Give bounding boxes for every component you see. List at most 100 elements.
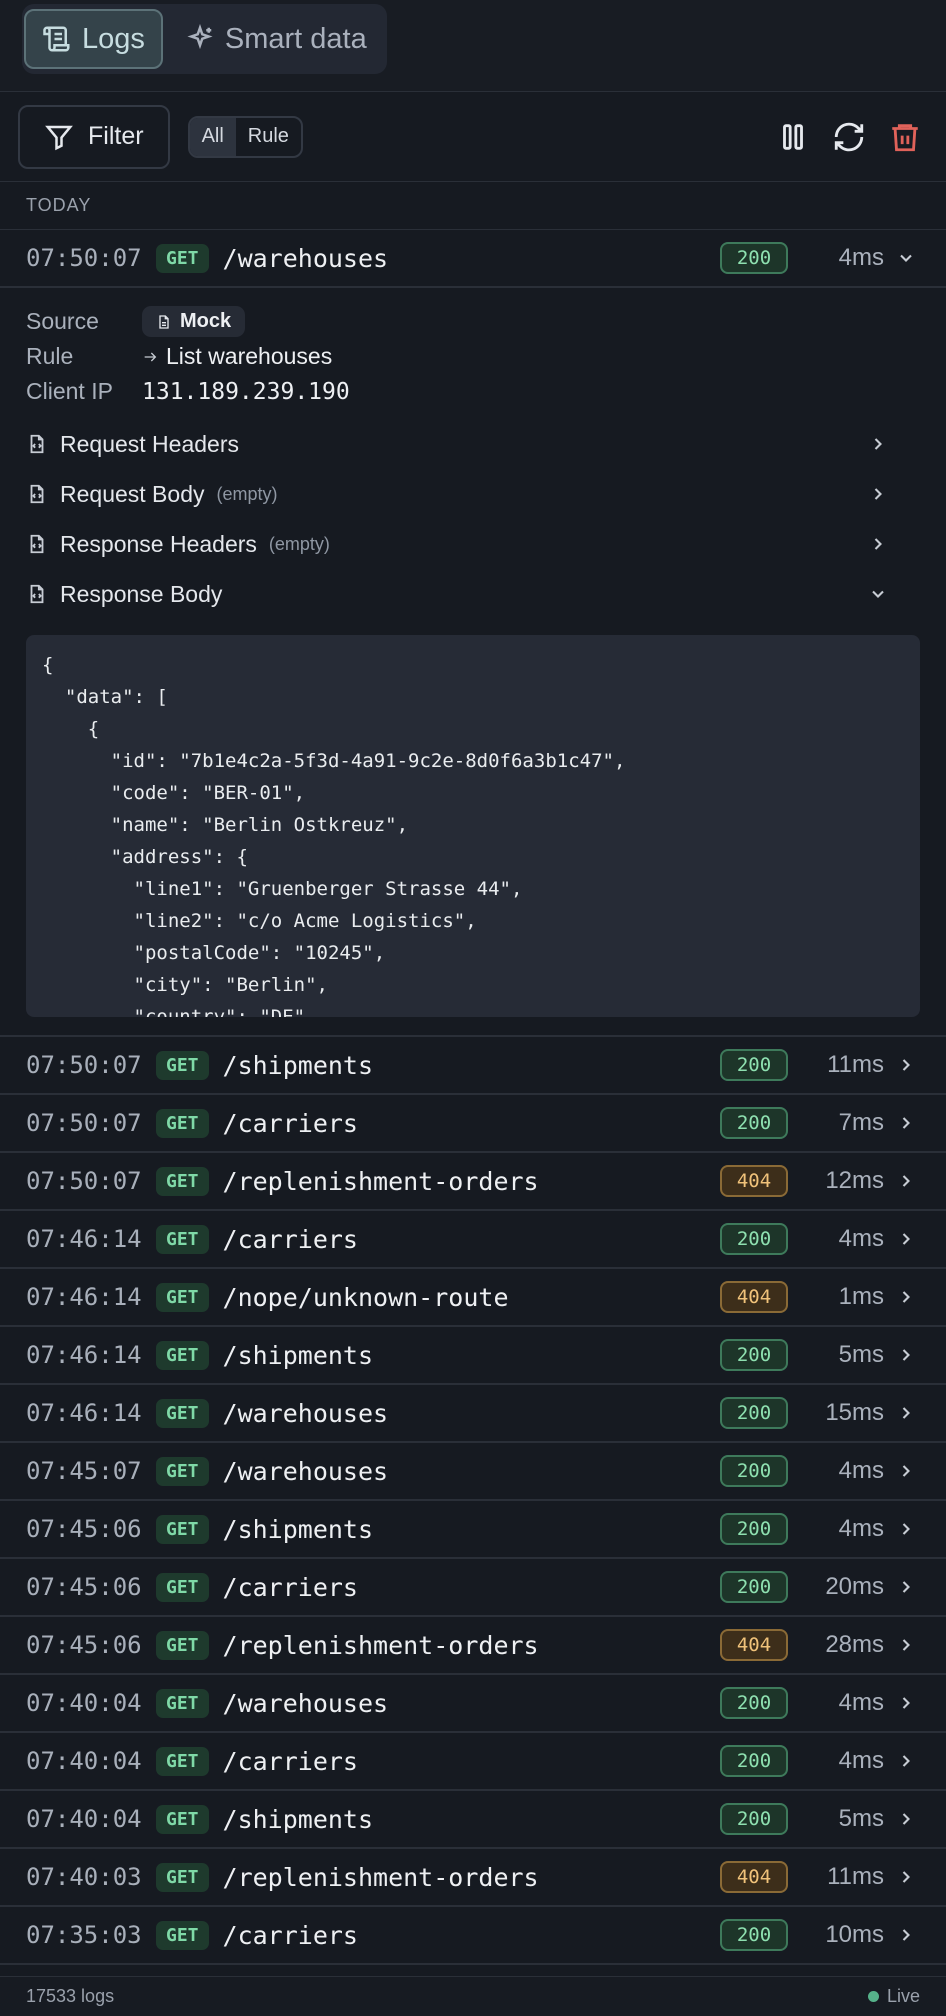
response-body-code[interactable]: { "data": [ { "id": "7b1e4c2a-5f3d-4a91-… (26, 635, 920, 1017)
status-badge: 200 (720, 242, 788, 274)
chevron-right-icon (902, 1117, 910, 1129)
log-time: 07:40:03 (26, 1863, 142, 1891)
segment-all[interactable]: All (189, 117, 236, 156)
method-badge: GET (156, 1340, 209, 1370)
section-response-headers[interactable]: Response Headers (empty) (26, 519, 920, 569)
log-row-expanded[interactable]: 07:50:07 GET /warehouses 200 4ms (0, 230, 946, 288)
chevron-right-icon (902, 1407, 910, 1419)
date-section-heading: TODAY (0, 182, 946, 230)
section-response-body[interactable]: Response Body (26, 569, 920, 619)
method-badge: GET (156, 1398, 209, 1428)
status-badge: 404 (720, 1281, 788, 1313)
log-duration: 4ms (838, 1747, 884, 1774)
chevron-right-icon (902, 1349, 910, 1361)
log-row[interactable]: 07:35:03 GET/carriers 200 10ms (0, 1907, 946, 1965)
log-list: 07:50:07 GET/shipments 200 11ms 07:50:07 GET /… (0, 1037, 946, 2016)
log-time: 07:35:03 (26, 1921, 142, 1949)
log-path: /shipments (222, 1514, 374, 1544)
chevron-right-icon (902, 1175, 910, 1187)
chevron-right-icon (902, 1639, 910, 1651)
ip-value: 131.189.239.190 (142, 378, 350, 405)
chevron-right-icon (902, 1813, 910, 1825)
log-row[interactable]: 07:40:03 GET/replenishment-orders 404 11ms (0, 1849, 946, 1907)
log-duration: 7ms (838, 1109, 884, 1136)
log-row[interactable]: 07:40:04 GET/carriers 200 4ms (0, 1733, 946, 1791)
section-title: Request Body (60, 480, 205, 507)
log-duration: 4ms (838, 244, 884, 271)
chevron-right-icon (902, 1755, 910, 1767)
log-time: 07:46:14 (26, 1341, 142, 1369)
log-time: 07:50:07 (26, 1051, 142, 1079)
log-duration: 15ms (825, 1399, 884, 1426)
file-code-icon (30, 584, 44, 604)
log-path: /nope/unknown-route (222, 1282, 509, 1312)
status-badge: 200 (720, 1919, 788, 1951)
method-badge: GET (156, 243, 209, 273)
method-badge: GET (156, 1108, 209, 1138)
log-row[interactable]: 07:40:04 GET/shipments 200 5ms (0, 1791, 946, 1849)
method-badge: GET (156, 1456, 209, 1486)
rule-value[interactable]: List warehouses (166, 343, 332, 370)
log-row[interactable]: 07:46:14 GET/nope/unknown-route 404 1ms (0, 1269, 946, 1327)
status-badge: 200 (720, 1745, 788, 1777)
detail-rule: Rule List warehouses (26, 339, 920, 374)
segment-rule[interactable]: Rule (236, 118, 301, 156)
status-badge: 404 (720, 1629, 788, 1661)
log-duration: 11ms (827, 1863, 884, 1890)
log-row[interactable]: 07:45:06 GET/replenishment-orders 404 28ms (0, 1617, 946, 1675)
log-row[interactable]: 07:46:14 GET/shipments 200 5ms (0, 1327, 946, 1385)
log-row[interactable]: 07:50:07 GET/replenishment-orders 404 12ms (0, 1153, 946, 1211)
log-detail-panel: Source Mock Rule List warehouses Client … (0, 288, 946, 1037)
log-duration: 12ms (825, 1167, 884, 1194)
section-request-headers[interactable]: Request Headers (26, 419, 920, 469)
log-row[interactable]: 07:45:07 GET/warehouses 200 4ms (0, 1443, 946, 1501)
log-row[interactable]: 07:45:06 GET/carriers 200 20ms (0, 1559, 946, 1617)
trash-icon[interactable] (888, 120, 922, 154)
scope-toggle: All Rule (187, 115, 303, 158)
log-row[interactable]: 07:50:07 GET/shipments 200 11ms (0, 1037, 946, 1095)
log-duration: 28ms (825, 1631, 884, 1658)
chevron-right-icon (874, 488, 882, 500)
log-row[interactable]: 07:50:07 GET/carriers 200 7ms (0, 1095, 946, 1153)
filter-button[interactable]: Filter (18, 104, 170, 169)
log-time: 07:50:07 (26, 244, 142, 272)
chevron-right-icon (902, 1871, 910, 1883)
log-row[interactable]: 07:46:14 GET/warehouses 200 15ms (0, 1385, 946, 1443)
log-path: /carriers (222, 1108, 358, 1138)
method-badge: GET (156, 1224, 209, 1254)
chevron-right-icon (902, 1697, 910, 1709)
chevron-down-icon[interactable] (896, 248, 916, 268)
tab-logs[interactable]: Logs (24, 9, 163, 69)
refresh-icon[interactable] (832, 120, 866, 154)
tab-logs-label: Logs (82, 22, 145, 55)
method-badge: GET (156, 1630, 209, 1660)
status-badge: 200 (720, 1049, 788, 1081)
section-request-body[interactable]: Request Body (empty) (26, 469, 920, 519)
tab-smart-data[interactable]: Smart data (169, 9, 383, 69)
log-row[interactable]: 07:40:04 GET/warehouses 200 4ms (0, 1675, 946, 1733)
file-icon (159, 314, 169, 329)
log-row[interactable]: 07:45:06 GET/shipments 200 4ms (0, 1501, 946, 1559)
ip-label: Client IP (26, 378, 113, 404)
log-path: /warehouses (222, 1688, 389, 1718)
log-duration: 11ms (827, 1051, 884, 1078)
log-row[interactable]: 07:46:14 GET/carriers 200 4ms (0, 1211, 946, 1269)
status-badge: 200 (720, 1339, 788, 1371)
log-time: 07:40:04 (26, 1747, 142, 1775)
chevron-right-icon (902, 1929, 910, 1941)
funnel-icon (45, 125, 73, 150)
pause-icon[interactable] (776, 120, 810, 154)
chevron-right-icon (902, 1581, 910, 1593)
log-path: /carriers (222, 1224, 358, 1254)
section-title: Request Headers (60, 430, 239, 457)
log-time: 07:46:14 (26, 1283, 142, 1311)
status-badge: 200 (720, 1455, 788, 1487)
chevron-right-icon (902, 1291, 910, 1303)
log-path: /shipments (222, 1340, 374, 1370)
status-badge: 404 (720, 1165, 788, 1197)
detail-client-ip: Client IP 131.189.239.190 (26, 374, 920, 409)
log-time: 07:46:14 (26, 1225, 142, 1253)
chevron-right-icon (902, 1233, 910, 1245)
log-duration: 5ms (838, 1805, 884, 1832)
file-code-icon (30, 434, 44, 454)
